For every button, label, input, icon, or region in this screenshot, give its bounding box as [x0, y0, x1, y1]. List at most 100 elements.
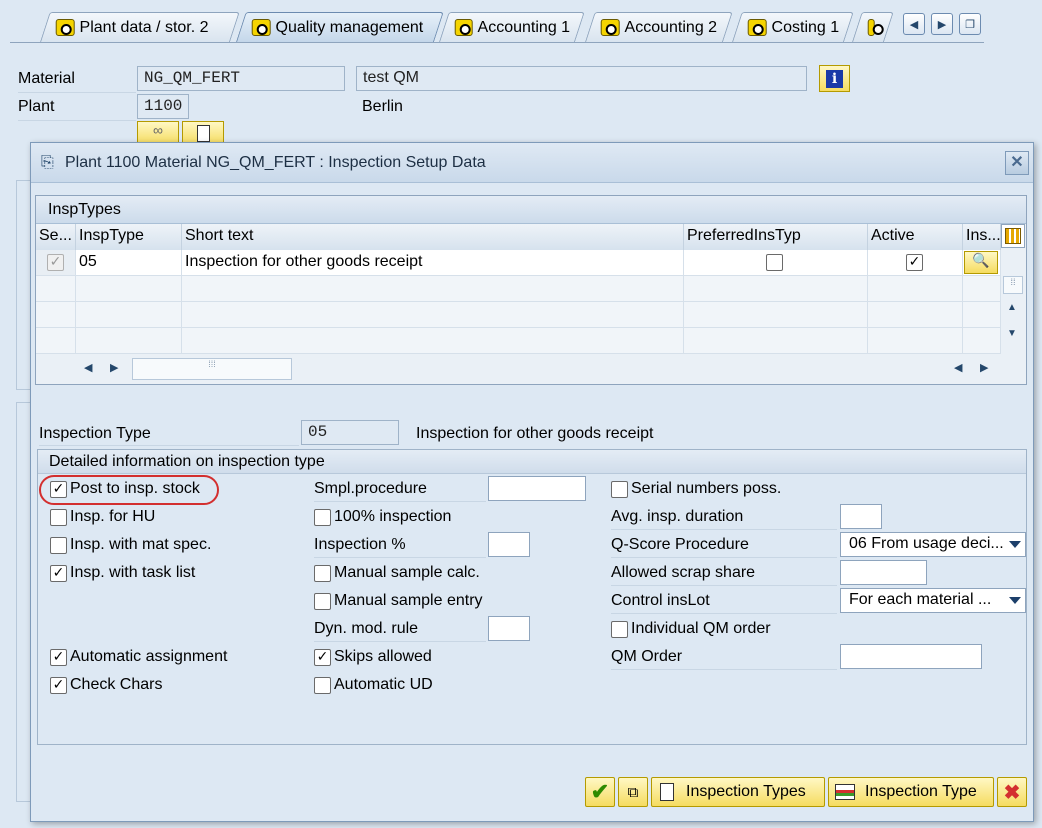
scroll-thumb[interactable]: ⁞⁞⁞: [132, 358, 292, 380]
table-cell-empty: [868, 328, 963, 354]
short-text-cell[interactable]: Inspection for other goods receipt: [182, 250, 684, 276]
control-inslot-label: Control insLot: [611, 592, 710, 609]
individual-qm-order-checkbox[interactable]: [611, 621, 628, 638]
inspection-type-field[interactable]: 05: [301, 420, 399, 445]
divider: [18, 120, 136, 121]
tab-accounting-2[interactable]: Accounting 2: [585, 12, 733, 42]
insp-with-mat-spec-checkbox[interactable]: [50, 537, 67, 554]
tab-plant-data-stor-2[interactable]: Plant data / stor. 2: [40, 12, 240, 42]
document-icon: [660, 783, 674, 801]
scrap-share-input[interactable]: [840, 560, 927, 585]
tab-prev-button[interactable]: ◀: [903, 13, 925, 35]
dialog-titlebar: ⎘ Plant 1100 Material NG_QM_FERT : Inspe…: [31, 143, 1033, 183]
inspection-setup-dialog: ⎘ Plant 1100 Material NG_QM_FERT : Inspe…: [30, 142, 1034, 822]
window-icon: ⎘: [41, 154, 54, 171]
table-cell-empty: [963, 302, 1001, 328]
tab-costing-1[interactable]: Costing 1: [732, 12, 854, 42]
qm-order-input[interactable]: [840, 644, 982, 669]
scroll-up-icon[interactable]: ▲: [1007, 302, 1017, 313]
cancel-button[interactable]: ✖: [997, 777, 1027, 807]
insp-with-task-list-checkbox[interactable]: ✓: [50, 565, 67, 582]
tab-list-icon: ❐: [965, 18, 975, 31]
post-to-insp-stock-label: Post to insp. stock: [70, 480, 200, 497]
manual-sample-calc-checkbox[interactable]: [314, 565, 331, 582]
dyn-mod-rule-input[interactable]: [488, 616, 530, 641]
plant-field[interactable]: 1100: [137, 94, 189, 119]
post-to-insp-stock-checkbox[interactable]: ✓: [50, 481, 67, 498]
manual-sample-entry-checkbox[interactable]: [314, 593, 331, 610]
tab-next-button[interactable]: ▶: [931, 13, 953, 35]
column-config-button[interactable]: [1001, 224, 1025, 248]
smpl-procedure-input[interactable]: [488, 476, 586, 501]
column-header[interactable]: Short text: [182, 224, 684, 250]
table-cell-empty: [684, 302, 868, 328]
tab-accounting-1[interactable]: Accounting 1: [439, 12, 585, 42]
table-cell-empty: [963, 276, 1001, 302]
scrap-share-label: Allowed scrap share: [611, 564, 756, 581]
column-header[interactable]: InspType: [76, 224, 182, 250]
copy-button[interactable]: ⧉: [618, 777, 648, 807]
inspection-type-button[interactable]: Inspection Type: [828, 777, 994, 807]
inspection-100-checkbox[interactable]: [314, 509, 331, 526]
tab-quality-management[interactable]: Quality management: [236, 12, 444, 42]
material-field[interactable]: NG_QM_FERT: [137, 66, 345, 91]
scroll-left-icon[interactable]: ◀: [84, 361, 92, 374]
table-cell-empty: [684, 276, 868, 302]
insp-type-cell[interactable]: 05: [76, 250, 182, 276]
tab-more[interactable]: [852, 12, 894, 42]
active-checkbox[interactable]: ✓: [906, 254, 923, 271]
material-description: test QM: [356, 66, 807, 91]
close-dialog-button[interactable]: ✕: [1005, 151, 1029, 175]
qscore-value: 06 From usage deci...: [849, 535, 1004, 552]
tab-label: Costing 1: [771, 18, 840, 36]
control-inslot-dropdown[interactable]: For each material ...: [840, 588, 1026, 613]
glasses-icon: ∞: [153, 122, 163, 138]
tab-list-button[interactable]: ❐: [959, 13, 981, 35]
divider: [611, 585, 837, 586]
inspection-type-label: Inspection Type: [39, 425, 151, 442]
scroll-right-icon[interactable]: ▶: [980, 361, 988, 374]
column-header[interactable]: PreferredInsTyp: [684, 224, 868, 250]
preferred-cell[interactable]: [684, 250, 868, 276]
automatic-assignment-checkbox[interactable]: ✓: [50, 649, 67, 666]
skips-allowed-checkbox[interactable]: ✓: [314, 649, 331, 666]
divider: [611, 529, 837, 530]
automatic-ud-checkbox[interactable]: [314, 677, 331, 694]
divider: [314, 557, 486, 558]
divider: [39, 445, 299, 446]
table-row-select-cell[interactable]: ✓: [36, 250, 76, 276]
insp-detail-button[interactable]: 🔍: [964, 251, 998, 274]
inspection-pct-label: Inspection %: [314, 536, 406, 553]
row-select-checkbox: ✓: [47, 254, 64, 271]
automatic-ud-label: Automatic UD: [334, 676, 433, 693]
inspection-pct-input[interactable]: [488, 532, 530, 557]
active-cell[interactable]: ✓: [868, 250, 963, 276]
horizontal-scrollbar[interactable]: ◀ ▶ ⁞⁞⁞ ◀ ▶: [76, 358, 1024, 380]
inspection-types-button[interactable]: Inspection Types: [651, 777, 825, 807]
dyn-mod-rule-label: Dyn. mod. rule: [314, 620, 419, 637]
insp-for-hu-checkbox[interactable]: [50, 509, 67, 526]
preferred-checkbox[interactable]: [766, 254, 783, 271]
confirm-button[interactable]: ✔: [585, 777, 615, 807]
insp-detail-cell[interactable]: 🔍: [963, 250, 1001, 276]
table-cell-empty: [76, 302, 182, 328]
scroll-thumb-icon[interactable]: ⁞⁞: [1003, 276, 1023, 294]
column-header[interactable]: Active: [868, 224, 963, 250]
scroll-right-icon[interactable]: ▶: [110, 361, 118, 374]
skips-allowed-label: Skips allowed: [334, 648, 432, 665]
insp-types-table: InspTypes Se... InspType Short text Pref…: [35, 195, 1027, 385]
copy-icon: ⧉: [627, 783, 639, 801]
scroll-down-icon[interactable]: ▼: [1007, 328, 1017, 339]
table-icon: [835, 784, 855, 800]
info-button[interactable]: i: [819, 65, 850, 92]
tab-icon: [747, 19, 767, 36]
serial-numbers-checkbox[interactable]: [611, 481, 628, 498]
avg-duration-input[interactable]: [840, 504, 882, 529]
vertical-scrollbar[interactable]: ⁞⁞ ▲ ▼: [1001, 250, 1025, 354]
scroll-left-icon[interactable]: ◀: [954, 361, 962, 374]
column-header[interactable]: Ins...: [963, 224, 1001, 250]
table-cell-empty: [182, 328, 684, 354]
qscore-dropdown[interactable]: 06 From usage deci...: [840, 532, 1026, 557]
column-header[interactable]: Se...: [36, 224, 76, 250]
check-chars-checkbox[interactable]: ✓: [50, 677, 67, 694]
